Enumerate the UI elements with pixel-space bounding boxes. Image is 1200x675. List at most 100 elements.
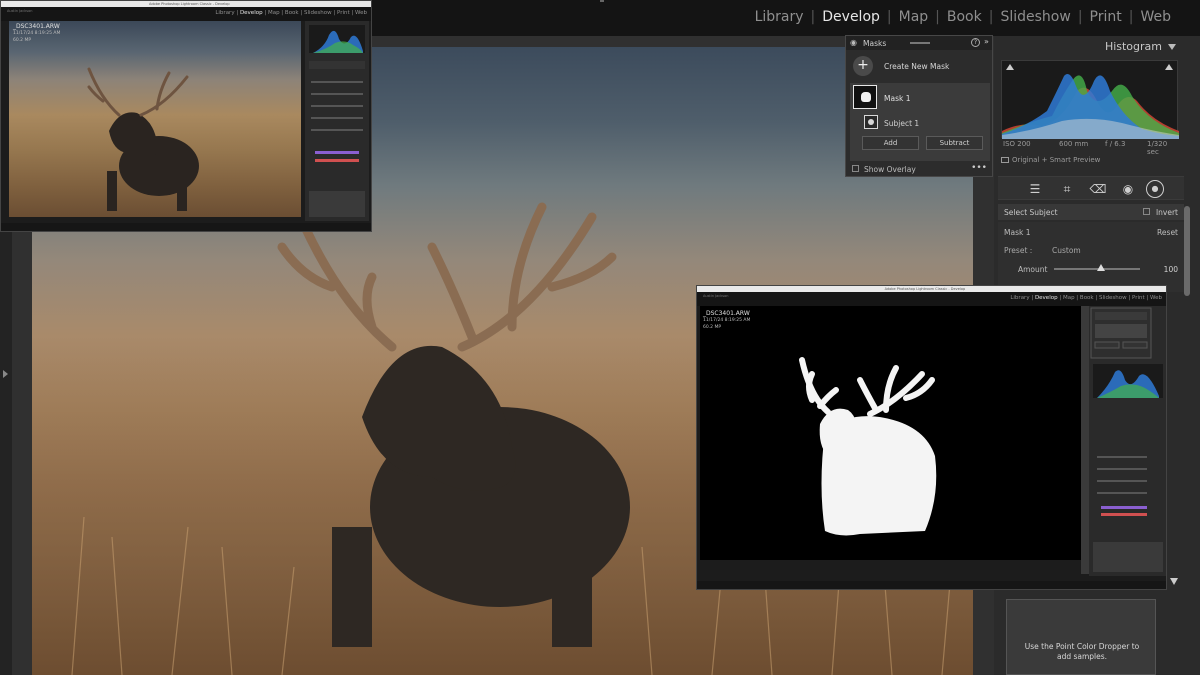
inset-file-info: _DSC3401.ARW 11/17/24 8:19:25 AM 60.2 MP [13,23,60,44]
inset-filename: _DSC3401.ARW [13,23,60,30]
right-panel-scrollbar[interactable] [1184,206,1190,296]
mask-settings-panel: Mask 1 Reset Preset : Custom Amount 100 [998,222,1184,292]
module-print[interactable]: Print [1087,9,1125,25]
inset-module-picker: Library | Develop | Map | Book | Slidesh… [215,10,367,16]
show-overlay-label: Show Overlay [864,165,916,174]
module-separator: | [1128,9,1134,25]
histogram-curves [1002,73,1179,139]
select-subject-label: Select Subject [1004,208,1058,217]
collapse-panel-icon[interactable]: » [984,37,989,46]
masking-icon[interactable]: ● [1146,180,1164,198]
point-color-samples-box[interactable]: Use the Point Color Dropper to add sampl… [1006,599,1156,675]
panel-end-arrow-icon[interactable] [1170,578,1178,585]
drag-handle[interactable] [910,42,930,44]
point-color-hint-line2: add samples. [1056,652,1108,661]
create-new-mask-label: Create New Mask [884,62,950,71]
inset-user-name: Austin Jackson [7,9,33,13]
reset-button[interactable]: Reset [1157,228,1178,237]
inset-mask-silhouette [799,357,937,536]
preset-dropdown[interactable]: Custom [1052,246,1081,255]
inset-status-bar [697,581,1166,589]
module-separator: | [988,9,994,25]
histogram-graph[interactable] [1001,60,1179,139]
person-icon[interactable] [864,115,878,129]
module-separator: | [886,9,892,25]
preview-status-label: Original + Smart Preview [1012,156,1101,164]
inset-screenshot-original: Adobe Photoshop Lightroom Classic - Deve… [0,0,372,232]
inset-module-print: Print [336,10,350,16]
preview-status: Original + Smart Preview [1001,156,1100,164]
edit-sliders-icon[interactable]: ☰ [1026,180,1044,198]
mask-shape-icon [861,92,871,102]
expand-left-panel-icon[interactable] [3,370,8,378]
inset-module-print: Print [1131,295,1145,301]
mask-1-item[interactable]: Mask 1 Subject 1 Add Subtract [850,83,990,161]
help-icon[interactable]: ? [971,38,980,47]
inset-panel-illustration [1090,307,1163,572]
inset-datetime: 11/17/24 8:19:25 AM [13,31,61,36]
inset-status-bar [1,223,371,231]
module-separator: | [935,9,940,25]
amount-value[interactable]: 100 [1164,265,1178,274]
inset-module-bar: Austin Jackson Library | Develop | Map |… [1,7,371,21]
inset-module-web: Web [355,10,367,16]
masks-panel-header[interactable]: ◉ Masks ? » [846,36,992,50]
crop-icon[interactable]: ⌗ [1058,180,1076,198]
module-library[interactable]: Library [752,9,807,25]
masks-panel-title: Masks [863,39,887,48]
amount-label: Amount [1018,265,1048,274]
inset-module-map: Map [267,10,280,16]
eye-icon[interactable]: ◉ [850,38,857,47]
masks-panel-footer: Show Overlay ••• [846,162,992,176]
inset-module-slideshow: Slideshow [1098,295,1127,301]
inset-megapixels: 60.2 MP [703,325,722,330]
invert-checkbox[interactable] [1143,208,1150,215]
plus-icon[interactable]: + [853,56,873,76]
inset-module-web: Web [1150,295,1162,301]
inset-panel-illustration [309,25,365,217]
module-separator: | [1077,9,1083,25]
healing-eraser-icon[interactable]: ⌫ [1089,180,1107,198]
add-button[interactable]: Add [862,136,919,150]
inset-module-library: Library [215,10,235,16]
point-color-hint: Use the Point Color Dropper to add sampl… [1007,642,1157,662]
inset-filename: _DSC3401.ARW [703,310,750,317]
lightroom-window: Library | Develop | Map | Book | Slidesh… [0,0,1200,675]
show-overlay-checkbox[interactable] [852,165,859,172]
module-slideshow[interactable]: Slideshow [997,9,1073,25]
inset-right-panel [305,21,369,221]
more-options-icon[interactable]: ••• [971,163,987,173]
histogram-exif: ISO 200 600 mm f / 6.3 1/320 sec [1001,140,1178,156]
histogram-header[interactable]: Histogram [994,36,1184,58]
exif-iso: ISO 200 [1003,140,1031,148]
mask-1-thumbnail[interactable] [853,85,877,109]
inset-user-name: Austin Jackson [703,294,729,298]
create-new-mask-button[interactable]: + Create New Mask [846,52,992,80]
module-book[interactable]: Book [944,9,985,25]
subtract-button[interactable]: Subtract [926,136,983,150]
module-develop[interactable]: Develop [819,9,883,25]
module-map[interactable]: Map [896,9,932,25]
inset-megapixels: 60.2 MP [13,38,32,43]
highlight-clipping-icon[interactable] [1165,64,1173,70]
inset-scrollbar [1081,306,1089,574]
amount-slider-thumb[interactable] [1097,264,1106,271]
subject-1-label[interactable]: Subject 1 [884,119,919,128]
shadow-clipping-icon[interactable] [1006,64,1014,70]
inset-module-map: Map [1062,295,1075,301]
collapse-triangle-icon[interactable] [1168,44,1176,50]
module-picker: Library | Develop | Map | Book | Slidesh… [752,9,1174,25]
module-web[interactable]: Web [1137,9,1174,25]
inset-module-bar: Austin Jackson Library | Develop | Map |… [697,292,1166,306]
point-color-hint-line1: Use the Point Color Dropper to [1024,642,1140,651]
inset-file-info: _DSC3401.ARW 11/17/24 8:19:25 AM 60.2 MP [703,310,750,331]
inset-moose-illustration [87,67,199,211]
exif-shutter: 1/320 sec [1147,140,1168,156]
redeye-icon[interactable]: ◉ [1119,180,1137,198]
invert-label: Invert [1155,208,1178,217]
inset-mask-overlay-canvas [700,306,1084,560]
preset-label: Preset : [1004,246,1033,255]
histogram-title: Histogram [1104,40,1162,53]
smart-preview-icon [1001,157,1009,163]
inset-module-picker: Library | Develop | Map | Book | Slidesh… [1010,295,1162,301]
